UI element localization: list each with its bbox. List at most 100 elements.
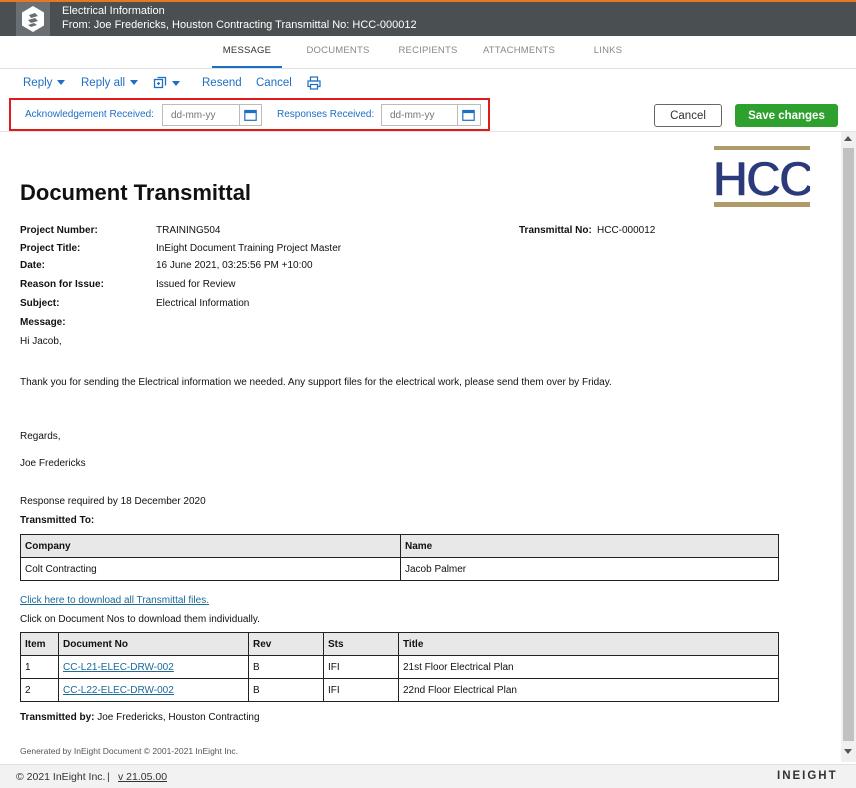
column-header: Sts <box>323 632 399 656</box>
chevron-down-icon <box>172 80 180 86</box>
hcc-logo: HCC <box>712 146 817 211</box>
copy-icon <box>153 76 167 89</box>
tab-documents[interactable]: DOCUMENTS <box>302 36 374 68</box>
reply-button[interactable]: Reply <box>23 77 66 89</box>
ack-calendar-button[interactable] <box>239 105 261 125</box>
scroll-thumb[interactable] <box>843 148 854 741</box>
header-title: Electrical Information <box>62 5 165 17</box>
message-body: Thank you for sending the Electrical inf… <box>20 377 612 388</box>
column-header: Name <box>400 534 779 558</box>
transmittal-no-value: HCC-000012 <box>597 225 656 236</box>
calendar-icon <box>244 109 257 121</box>
resend-button[interactable]: Resend <box>202 77 242 89</box>
doc-rev: B <box>248 678 324 702</box>
hcc-logo-image: HCC <box>712 146 817 208</box>
print-button[interactable] <box>307 76 321 93</box>
save-changes-button[interactable]: Save changes <box>735 104 838 127</box>
document-title: Document Transmittal <box>20 180 252 205</box>
doc-number-link[interactable]: CC-L21-ELEC-DRW-002 <box>63 662 174 673</box>
responses-received-label: Responses Received: <box>277 109 375 120</box>
tab-attachments[interactable]: ATTACHMENTS <box>478 36 560 68</box>
app-footer: © 2021 InEight Inc. | v 21.05.00 INEIGHT <box>0 764 856 788</box>
transmitted-by-value: Joe Fredericks, Houston Contracting <box>97 712 260 723</box>
doc-title: 21st Floor Electrical Plan <box>398 655 779 679</box>
recipient-name: Jacob Palmer <box>400 557 779 581</box>
copy-menu-button[interactable] <box>153 76 180 90</box>
tab-message[interactable]: MESSAGE <box>212 36 282 68</box>
tab-recipients[interactable]: RECIPIENTS <box>394 36 462 68</box>
doc-rev: B <box>248 655 324 679</box>
content-scrollbar[interactable] <box>841 132 856 762</box>
doc-status: IFI <box>323 678 399 702</box>
recipients-table: Company Name Colt Contracting Jacob Palm… <box>20 534 779 581</box>
transmitted-by: Transmitted by: Joe Fredericks, Houston … <box>20 712 260 723</box>
header-subtitle: From: Joe Fredericks, Houston Contractin… <box>62 19 417 31</box>
reason-label: Reason for Issue: <box>20 279 104 290</box>
cancel-toolbar-button[interactable]: Cancel <box>256 77 292 89</box>
footer-version-link[interactable]: v 21.05.00 <box>118 771 167 783</box>
table-row: Colt Contracting Jacob Palmer <box>20 557 779 581</box>
message-regards: Regards, <box>20 431 61 442</box>
footer-copyright: © 2021 InEight Inc. <box>16 771 106 783</box>
transmittal-no-label: Transmittal No: <box>519 225 592 236</box>
responses-calendar-button[interactable] <box>457 105 479 125</box>
scroll-up-arrow-icon[interactable] <box>844 136 852 141</box>
project-number-value: TRAINING504 <box>156 225 221 236</box>
footer-brand-logo: INEIGHT <box>777 770 838 782</box>
table-header-row: Item Document No Rev Sts Title <box>20 632 779 656</box>
message-signature: Joe Fredericks <box>20 458 86 469</box>
column-header: Company <box>20 534 401 558</box>
project-title-value: InEight Document Training Project Master <box>156 243 342 254</box>
doc-number-cell: CC-L22-ELEC-DRW-002 <box>58 678 249 702</box>
subject-value: Electrical Information <box>156 298 250 309</box>
reason-value: Issued for Review <box>156 279 236 290</box>
table-header-row: Company Name <box>20 534 779 558</box>
date-value: 16 June 2021, 03:25:56 PM +10:00 <box>156 260 313 271</box>
documents-table: Item Document No Rev Sts Title 1 CC-L21-… <box>20 632 779 702</box>
acknowledgement-bar: Acknowledgement Received: Responses Rece… <box>0 98 856 132</box>
chevron-down-icon <box>130 80 139 86</box>
doc-status: IFI <box>323 655 399 679</box>
doc-title: 22nd Floor Electrical Plan <box>398 678 779 702</box>
project-title-label: Project Title: <box>20 243 81 254</box>
generated-by-note: Generated by InEight Document © 2001-202… <box>20 746 238 756</box>
message-greeting: Hi Jacob, <box>20 336 62 347</box>
table-row: 2 CC-L22-ELEC-DRW-002 B IFI 22nd Floor E… <box>20 678 779 702</box>
column-header: Title <box>398 632 779 656</box>
cancel-button[interactable]: Cancel <box>654 104 722 127</box>
tab-links[interactable]: LINKS <box>588 36 628 68</box>
scroll-down-arrow-icon[interactable] <box>844 749 852 754</box>
reply-all-label: Reply all <box>81 77 126 89</box>
project-number-label: Project Number: <box>20 225 98 236</box>
transmitted-to-label: Transmitted To: <box>20 515 95 526</box>
print-icon <box>307 76 321 90</box>
footer-separator: | <box>107 771 110 783</box>
transmitted-by-label: Transmitted by: <box>20 712 95 723</box>
date-label: Date: <box>20 260 46 271</box>
tab-bar: MESSAGE DOCUMENTS RECIPIENTS ATTACHMENTS… <box>0 36 856 69</box>
message-label: Message: <box>20 317 66 328</box>
chevron-down-icon <box>57 80 66 86</box>
ack-received-label: Acknowledgement Received: <box>25 109 154 120</box>
download-hint: Click on Document Nos to download them i… <box>20 614 260 625</box>
logo-text: HCC <box>714 151 810 207</box>
doc-item: 1 <box>20 655 59 679</box>
subject-label: Subject: <box>20 298 60 309</box>
transmittal-document: HCC Document Transmittal Project Number:… <box>0 132 841 762</box>
calendar-icon <box>462 109 475 121</box>
column-header: Document No <box>58 632 249 656</box>
table-row: 1 CC-L21-ELEC-DRW-002 B IFI 21st Floor E… <box>20 655 779 679</box>
doc-item: 2 <box>20 678 59 702</box>
app-logo[interactable] <box>16 2 50 36</box>
reply-label: Reply <box>23 77 53 89</box>
doc-number-cell: CC-L21-ELEC-DRW-002 <box>58 655 249 679</box>
reply-all-button[interactable]: Reply all <box>81 77 139 89</box>
download-all-link[interactable]: Click here to download all Transmittal f… <box>20 595 209 606</box>
app-header: Electrical Information From: Joe Frederi… <box>0 2 856 36</box>
column-header: Item <box>20 632 59 656</box>
column-header: Rev <box>248 632 324 656</box>
message-toolbar: Reply Reply all Resend Cancel <box>0 70 856 98</box>
doc-number-link[interactable]: CC-L22-ELEC-DRW-002 <box>63 685 174 696</box>
recipient-company: Colt Contracting <box>20 557 401 581</box>
hexagon-logo-icon <box>22 6 44 32</box>
